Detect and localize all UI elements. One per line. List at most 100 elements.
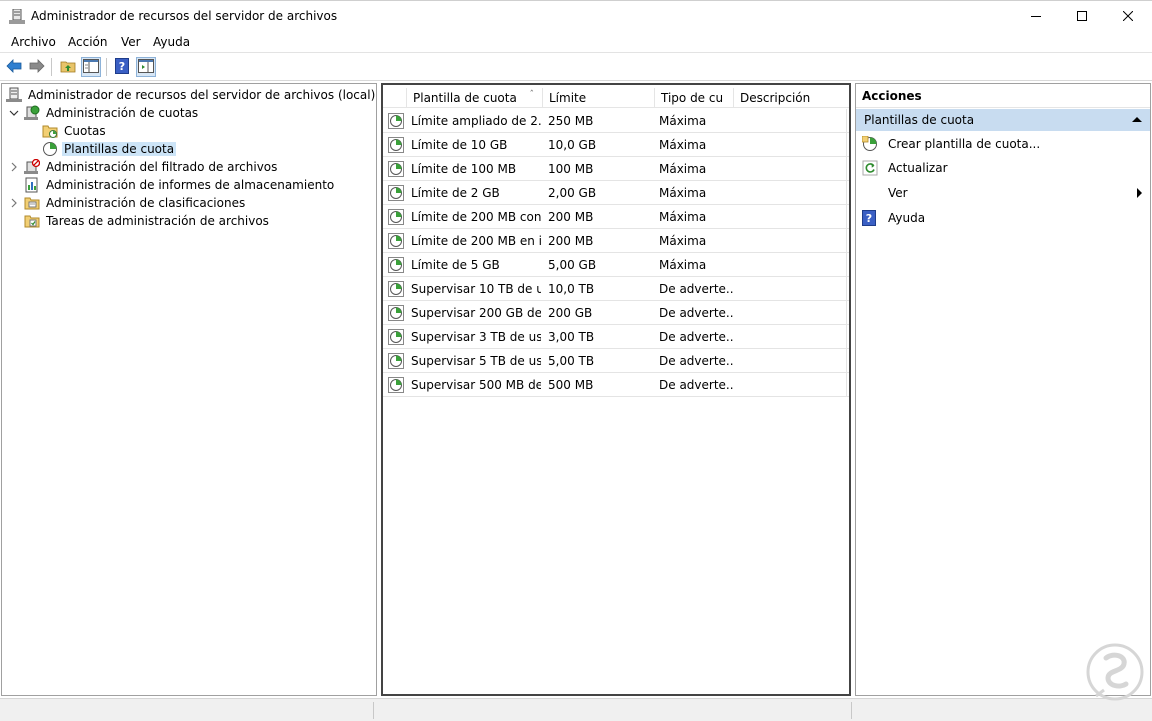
maximize-icon bbox=[1077, 11, 1087, 21]
menu-accion[interactable]: Acción bbox=[68, 35, 107, 49]
sort-indicator-icon: ˆ bbox=[529, 90, 535, 100]
window-title: Administrador de recursos del servidor d… bbox=[31, 9, 338, 23]
action-create-quota-template[interactable]: Crear plantilla de cuota... bbox=[856, 133, 1150, 155]
row-divider bbox=[846, 157, 847, 181]
tree-item-label: Administración de informes de almacenami… bbox=[46, 178, 335, 192]
quota-management-icon bbox=[24, 105, 40, 121]
close-button[interactable] bbox=[1105, 1, 1151, 31]
help-button[interactable]: ? bbox=[112, 57, 132, 77]
quota-template-icon bbox=[388, 113, 404, 129]
file-screening-icon bbox=[24, 159, 40, 175]
row-divider bbox=[846, 301, 847, 325]
actions-group-label: Plantillas de cuota bbox=[864, 113, 975, 127]
row-divider bbox=[846, 373, 847, 397]
row-divider bbox=[846, 253, 847, 277]
show-hide-console-tree-button[interactable] bbox=[81, 57, 101, 77]
cell-limit: 200 GB bbox=[548, 305, 593, 320]
column-header-description[interactable]: Descripción bbox=[734, 88, 849, 108]
file-server-app-icon bbox=[9, 8, 25, 24]
chevron-right-icon[interactable] bbox=[9, 198, 19, 208]
up-one-level-button[interactable] bbox=[58, 57, 78, 77]
quota-template-icon bbox=[388, 161, 404, 177]
column-header-name[interactable]: Plantilla de cuota ˆ bbox=[407, 88, 543, 108]
table-row[interactable]: Límite de 200 MB en i... 200 MB Máxima bbox=[383, 229, 849, 253]
action-refresh[interactable]: Actualizar bbox=[856, 157, 1150, 179]
action-help[interactable]: ? Ayuda bbox=[856, 207, 1150, 229]
svg-text:?: ? bbox=[119, 60, 125, 73]
cell-limit: 200 MB bbox=[548, 233, 594, 248]
minimize-button[interactable] bbox=[1013, 1, 1059, 31]
tree-item-quotas[interactable]: Cuotas bbox=[42, 122, 108, 140]
table-row[interactable]: Límite ampliado de 2... 250 MB Máxima bbox=[383, 109, 849, 133]
status-separator bbox=[851, 702, 852, 719]
show-hide-action-pane-button[interactable] bbox=[136, 57, 156, 77]
cell-template-name: Supervisar 500 MB de ... bbox=[411, 377, 541, 392]
column-header-type[interactable]: Tipo de cu bbox=[655, 88, 734, 108]
table-row[interactable]: Supervisar 200 GB de ... 200 GB De adverte… bbox=[383, 301, 849, 325]
cell-quota-type: Máxima bbox=[659, 161, 707, 176]
table-row[interactable]: Límite de 200 MB con... 200 MB Máxima bbox=[383, 205, 849, 229]
table-row[interactable]: Límite de 10 GB 10,0 GB Máxima bbox=[383, 133, 849, 157]
list-header: Plantilla de cuota ˆ Límite Tipo de cu D… bbox=[383, 88, 849, 108]
table-row[interactable]: Límite de 100 MB 100 MB Máxima bbox=[383, 157, 849, 181]
row-divider bbox=[846, 205, 847, 229]
cell-quota-type: Máxima bbox=[659, 209, 707, 224]
action-view[interactable]: Ver bbox=[856, 182, 1150, 204]
forward-arrow-icon bbox=[29, 58, 45, 76]
table-row[interactable]: Límite de 5 GB 5,00 GB Máxima bbox=[383, 253, 849, 277]
toolbar-separator bbox=[51, 58, 52, 76]
tree-item-classification[interactable]: Administración de clasificaciones bbox=[11, 194, 247, 212]
tree-item-file-management-tasks[interactable]: Tareas de administración de archivos bbox=[24, 212, 271, 230]
table-row[interactable]: Supervisar 500 MB de ... 500 MB De adverte… bbox=[383, 373, 849, 397]
tree-root-label: Administrador de recursos del servidor d… bbox=[28, 88, 376, 102]
cell-template-name: Supervisar 10 TB de u... bbox=[411, 281, 541, 296]
forward-button[interactable] bbox=[27, 57, 47, 77]
file-management-tasks-icon bbox=[24, 213, 40, 229]
tree-item-storage-reports[interactable]: Administración de informes de almacenami… bbox=[24, 176, 336, 194]
row-divider bbox=[846, 325, 847, 349]
quota-template-icon bbox=[388, 377, 404, 393]
cell-quota-type: Máxima bbox=[659, 113, 707, 128]
menu-ver[interactable]: Ver bbox=[121, 35, 141, 49]
minimize-icon bbox=[1031, 11, 1041, 21]
back-button[interactable] bbox=[4, 57, 24, 77]
row-divider bbox=[846, 181, 847, 205]
maximize-button[interactable] bbox=[1059, 1, 1105, 31]
tree-root[interactable]: Administrador de recursos del servidor d… bbox=[6, 86, 377, 104]
row-divider bbox=[846, 133, 847, 157]
chevron-down-icon[interactable] bbox=[9, 108, 19, 118]
menu-ayuda[interactable]: Ayuda bbox=[153, 35, 190, 49]
up-folder-icon bbox=[60, 59, 76, 76]
quota-template-icon bbox=[388, 209, 404, 225]
table-row[interactable]: Supervisar 5 TB de us... 5,00 TB De advert… bbox=[383, 349, 849, 373]
table-row[interactable]: Límite de 2 GB 2,00 GB Máxima bbox=[383, 181, 849, 205]
quota-template-icon bbox=[388, 305, 404, 321]
cell-template-name: Límite de 10 GB bbox=[411, 137, 508, 152]
tree-item-quota-management[interactable]: Administración de cuotas bbox=[9, 104, 200, 122]
table-row[interactable]: Supervisar 10 TB de u... 10,0 TB De advert… bbox=[383, 277, 849, 301]
submenu-arrow-icon bbox=[1137, 188, 1142, 198]
table-row[interactable]: Supervisar 3 TB de us... 3,00 TB De advert… bbox=[383, 325, 849, 349]
column-header-icon[interactable] bbox=[383, 88, 407, 108]
tree-item-quota-templates[interactable]: Plantillas de cuota bbox=[42, 140, 177, 158]
cell-template-name: Límite de 100 MB bbox=[411, 161, 517, 176]
quota-template-icon bbox=[388, 281, 404, 297]
cell-template-name: Límite de 200 MB con... bbox=[411, 209, 541, 224]
cell-template-name: Límite ampliado de 2... bbox=[411, 113, 541, 128]
cell-quota-type: De adverte... bbox=[659, 353, 733, 368]
watermark-logo bbox=[1084, 642, 1146, 706]
quota-template-icon bbox=[388, 353, 404, 369]
quota-template-icon bbox=[388, 185, 404, 201]
cell-limit: 3,00 TB bbox=[548, 329, 595, 344]
tree-item-file-screening[interactable]: Administración del filtrado de archivos bbox=[11, 158, 279, 176]
status-bar bbox=[0, 698, 1152, 721]
menu-archivo[interactable]: Archivo bbox=[11, 35, 56, 49]
refresh-icon bbox=[862, 160, 878, 176]
cell-limit: 500 MB bbox=[548, 377, 594, 392]
actions-group-header[interactable]: Plantillas de cuota bbox=[856, 109, 1150, 131]
chevron-right-icon[interactable] bbox=[9, 162, 19, 172]
cell-limit: 5,00 GB bbox=[548, 257, 597, 272]
column-header-limit[interactable]: Límite bbox=[543, 88, 655, 108]
cell-limit: 250 MB bbox=[548, 113, 594, 128]
collapse-triangle-icon[interactable] bbox=[1132, 117, 1142, 122]
